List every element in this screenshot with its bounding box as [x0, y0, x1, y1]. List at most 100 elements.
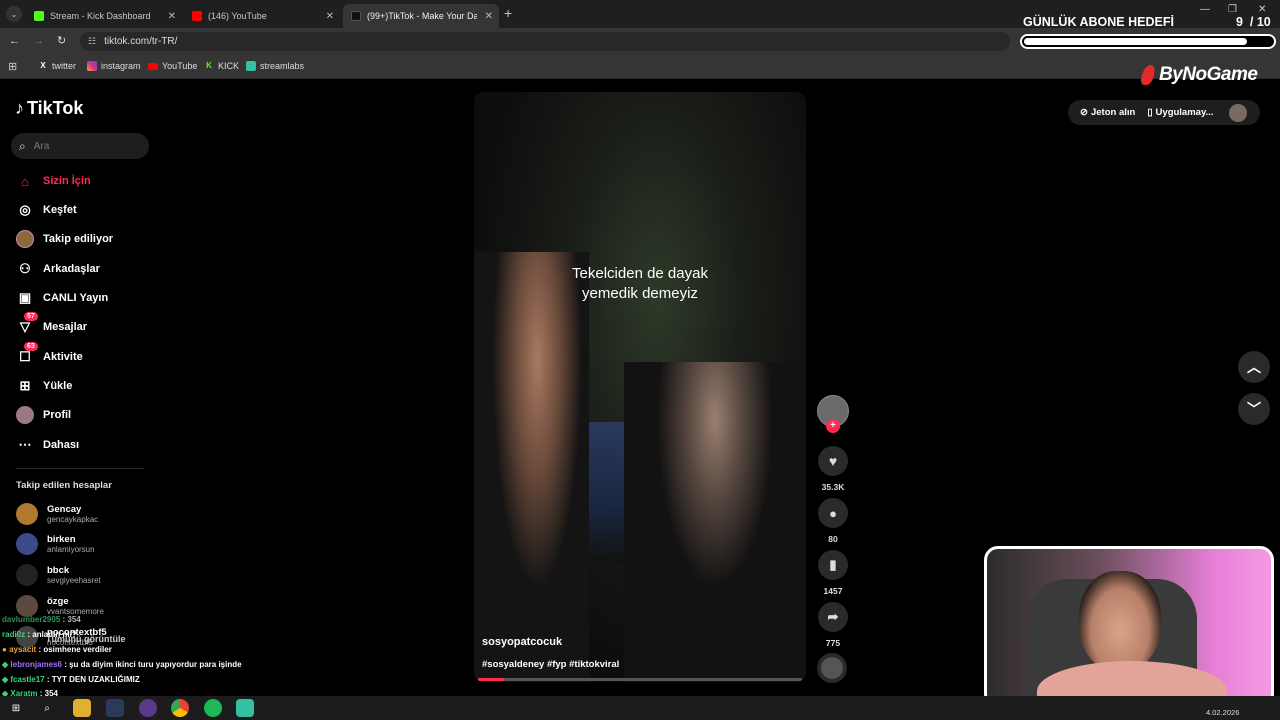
nav-friends[interactable]: ⚇ Arkadaşlar [16, 260, 100, 278]
reload-icon[interactable]: ↻ [57, 34, 66, 47]
like-action[interactable]: ♥ 35.3K [818, 446, 848, 492]
heart-icon[interactable]: ♥ [818, 446, 848, 476]
chat-badge-icon: ◆ [2, 660, 9, 669]
bookmark-kick[interactable]: K KICK [204, 61, 239, 71]
video-scene-person-left [474, 252, 589, 682]
avatar [16, 564, 38, 586]
bookmark-youtube[interactable]: YouTube [148, 61, 197, 71]
video-progress-track[interactable] [478, 678, 802, 681]
coins-button[interactable]: ⊘ Jeton alın [1080, 107, 1135, 118]
share-count: 775 [825, 638, 841, 648]
tiktok-favicon-icon [351, 11, 361, 21]
webcam-overlay [984, 546, 1274, 708]
comment-action[interactable]: ● 80 [818, 498, 848, 544]
nav-explore[interactable]: ◎ Keşfet [16, 201, 76, 219]
chat-message: ● aysacit : osimhene verdiler [2, 645, 112, 654]
like-count: 35.3K [821, 482, 845, 492]
video-progress-fill [478, 678, 504, 681]
tiktok-note-icon: ♪ [15, 98, 24, 118]
save-action[interactable]: ▮ 1457 [818, 550, 848, 596]
nav-more[interactable]: ⋯ Dahası [16, 436, 80, 454]
brand-logo: ByNoGame [1139, 64, 1258, 86]
url-field[interactable]: ☷ tiktok.com/tr-TR/ [80, 32, 1010, 51]
bookmark-instagram[interactable]: instagram [87, 61, 141, 71]
chat-user: lebronjames6 [10, 660, 62, 669]
goal-progress-bar [1020, 34, 1276, 49]
activity-icon: ☐ 63 [16, 342, 38, 366]
kick-logo-icon: K [206, 61, 212, 70]
apps-grid-icon[interactable]: ⊞ [8, 60, 17, 73]
spotify-icon[interactable] [204, 699, 222, 717]
following-account[interactable]: bbck sevgiyeehasret [16, 564, 101, 586]
nav-for-you[interactable]: ⌂ Sizin İçin [16, 172, 91, 190]
header-actions: ⊘ Jeton alın ▯ Uygulamay... [1068, 100, 1260, 125]
tab-label: Stream - Kick Dashboard [50, 11, 151, 21]
kick-favicon-icon [34, 11, 44, 21]
video-hashtags[interactable]: #sosyaldeney #fyp #tiktokviral [482, 659, 619, 670]
coin-icon: ⊘ [1080, 107, 1088, 118]
chat-message: ◆ lebronjames6 : şu da diyim ikinci turu… [2, 660, 242, 669]
brand-flame-icon [1139, 65, 1157, 85]
back-icon[interactable]: ← [9, 35, 20, 47]
taskbar-search-icon[interactable]: ⌕ [38, 699, 56, 717]
share-action[interactable]: ➦ 775 [818, 602, 848, 648]
stream-chat-overlay: davlumber2905 : 354 radi0z : anladın mı?… [0, 612, 320, 698]
avatar [16, 533, 38, 555]
tab-youtube[interactable]: (146) YouTube ✕ [184, 4, 340, 28]
get-app-button[interactable]: ▯ Uygulamay... [1147, 107, 1213, 118]
forward-icon[interactable]: → [33, 35, 44, 47]
music-disc-icon[interactable] [817, 653, 847, 683]
following-account[interactable]: birken anlamiyorsun [16, 533, 95, 555]
webcam-person-head [1079, 571, 1161, 671]
close-tab-icon[interactable]: ✕ [485, 11, 493, 22]
sidebar-divider [16, 468, 144, 469]
site-info-icon[interactable]: ☷ [88, 36, 96, 47]
tab-kick[interactable]: Stream - Kick Dashboard ✕ [26, 4, 182, 28]
nav-upload[interactable]: ⊞ Yükle [16, 377, 73, 395]
nav-activity[interactable]: ☐ 63 Aktivite [16, 342, 83, 366]
following-account[interactable]: Gencay gencaykapkac [16, 503, 98, 525]
close-tab-icon[interactable]: ✕ [326, 11, 334, 22]
follow-plus-icon[interactable]: + [826, 419, 840, 433]
share-icon[interactable]: ➦ [818, 602, 848, 632]
chrome-icon[interactable] [171, 699, 189, 717]
upload-icon: ⊞ [19, 378, 31, 393]
tab-tiktok[interactable]: (99+)TikTok - Make Your Da ✕ [343, 4, 499, 28]
chat-user: davlumber2905 [2, 615, 61, 624]
taskbar-app-icon[interactable] [139, 699, 157, 717]
file-explorer-icon[interactable] [73, 699, 91, 717]
video-caption-line2: yemedik demeyiz [582, 285, 698, 302]
comment-count: 80 [828, 534, 838, 544]
compass-icon: ◎ [19, 202, 31, 217]
video-scene-person-right [624, 362, 806, 682]
goal-progress-fill [1024, 38, 1248, 45]
streamlabs-taskbar-icon[interactable] [236, 699, 254, 717]
nav-messages[interactable]: ▽ 57 Mesajlar [16, 312, 87, 336]
taskbar-app-icon[interactable] [106, 699, 124, 717]
close-tab-icon[interactable]: ✕ [168, 11, 176, 22]
next-video-button[interactable]: ﹀ [1238, 393, 1270, 425]
following-title: Takip edilen hesaplar [16, 480, 112, 491]
nav-profile[interactable]: Profil [16, 406, 71, 424]
new-tab-button[interactable]: + [504, 5, 512, 21]
windows-start-icon[interactable]: ⊞ [7, 699, 25, 717]
more-icon: ⋯ [18, 437, 32, 452]
save-count: 1457 [823, 586, 843, 596]
search-placeholder: Ara [33, 140, 50, 152]
video-username[interactable]: sosyopatcocuk [482, 636, 562, 648]
bookmark-icon[interactable]: ▮ [818, 550, 848, 580]
bookmark-streamlabs[interactable]: streamlabs [246, 61, 304, 71]
comment-icon[interactable]: ● [818, 498, 848, 528]
search-input[interactable]: ⌕ Ara [11, 133, 149, 159]
bookmarks-bar: ⊞ Xtwitter instagram YouTube K KICK strea… [0, 55, 1280, 79]
chat-message: radi0z : anladın mı? [2, 630, 77, 639]
bookmark-twitter[interactable]: Xtwitter [38, 61, 76, 71]
tiktok-logo[interactable]: ♪ TikTok [15, 98, 83, 119]
user-avatar[interactable] [1229, 103, 1248, 122]
previous-video-button[interactable]: ︿ [1238, 351, 1270, 383]
nav-following[interactable]: Takip ediliyor [16, 230, 113, 248]
video-player[interactable]: Tekelciden de dayak yemedik demeyiz sosy… [474, 92, 806, 682]
tab-list-button[interactable]: ⌄ [6, 6, 22, 22]
nav-live[interactable]: ▣ CANLI Yayın [16, 289, 108, 307]
youtube-favicon-icon [192, 11, 202, 21]
